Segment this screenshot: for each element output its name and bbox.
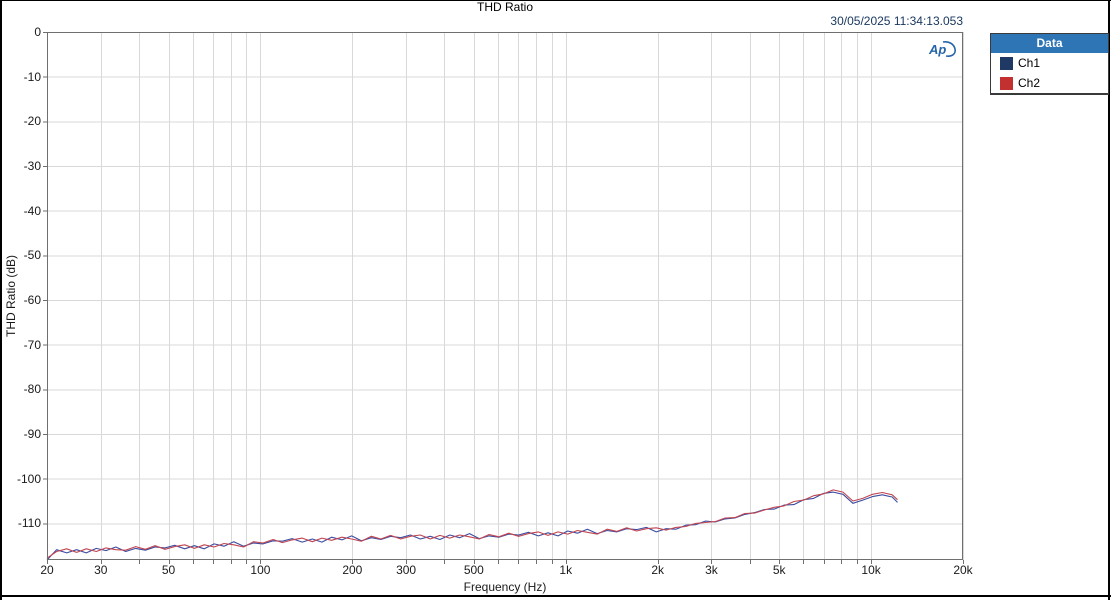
y-tick-label: -50 xyxy=(23,248,41,263)
x-tick-label: 1k xyxy=(559,563,573,577)
trace-ch1 xyxy=(46,491,898,561)
x-tick-label: 50 xyxy=(161,563,176,577)
x-tick-label: 20k xyxy=(953,563,973,577)
audio-precision-logo-icon: Ap xyxy=(928,41,956,57)
x-tick-label: 200 xyxy=(342,563,363,577)
legend-swatch-icon xyxy=(1000,56,1013,70)
y-tick-label: -100 xyxy=(16,471,41,486)
x-axis-title: Frequency (Hz) xyxy=(463,580,547,594)
x-tick-label: 500 xyxy=(463,563,484,577)
legend-swatch-icon xyxy=(1000,76,1013,90)
window-border-bottom xyxy=(0,595,1111,597)
x-tick-label: 300 xyxy=(396,563,417,577)
y-tick-label: -10 xyxy=(23,69,41,84)
y-tick-label: 0 xyxy=(34,25,41,39)
thd-ratio-graph-window: THD Ratio 30/05/2025 11:34:13.053 Ap Fre… xyxy=(0,0,1111,600)
y-tick-label: -70 xyxy=(23,337,41,352)
ap-logo-text: Ap xyxy=(928,42,946,57)
legend-item-label: Ch1 xyxy=(1018,56,1041,70)
legend-item-ch2[interactable]: Ch2 xyxy=(991,73,1108,93)
x-tick-label: 3k xyxy=(705,563,718,577)
x-tick-label: 10k xyxy=(861,563,881,577)
plot-border xyxy=(47,32,963,560)
y-tick-label: -110 xyxy=(17,516,41,531)
legend-item-label: Ch2 xyxy=(1018,76,1041,90)
measurement-timestamp: 30/05/2025 11:34:13.053 xyxy=(830,14,963,28)
x-tick-label: 20 xyxy=(40,563,54,577)
x-tick-label: 2k xyxy=(651,563,664,577)
chart-title: THD Ratio xyxy=(476,0,533,14)
legend-body: Ch1 Ch2 xyxy=(991,53,1108,93)
y-tick-label: -30 xyxy=(23,159,41,173)
y-tick-label: -20 xyxy=(23,114,41,129)
y-tick-label: -80 xyxy=(23,382,41,397)
y-tick-label: -90 xyxy=(23,427,41,442)
x-tick-label: 30 xyxy=(94,563,108,577)
x-tick-label: 100 xyxy=(250,563,271,577)
legend-header: Data xyxy=(991,34,1108,53)
plot-area[interactable] xyxy=(43,32,964,564)
legend-item-ch1[interactable]: Ch1 xyxy=(991,53,1108,73)
thd-ratio-plot xyxy=(43,32,964,564)
x-tick-label: 5k xyxy=(772,563,786,577)
y-tick-label: -60 xyxy=(23,293,41,308)
y-tick-label: -40 xyxy=(23,203,41,218)
legend-panel: Data Ch1 Ch2 xyxy=(990,33,1109,95)
